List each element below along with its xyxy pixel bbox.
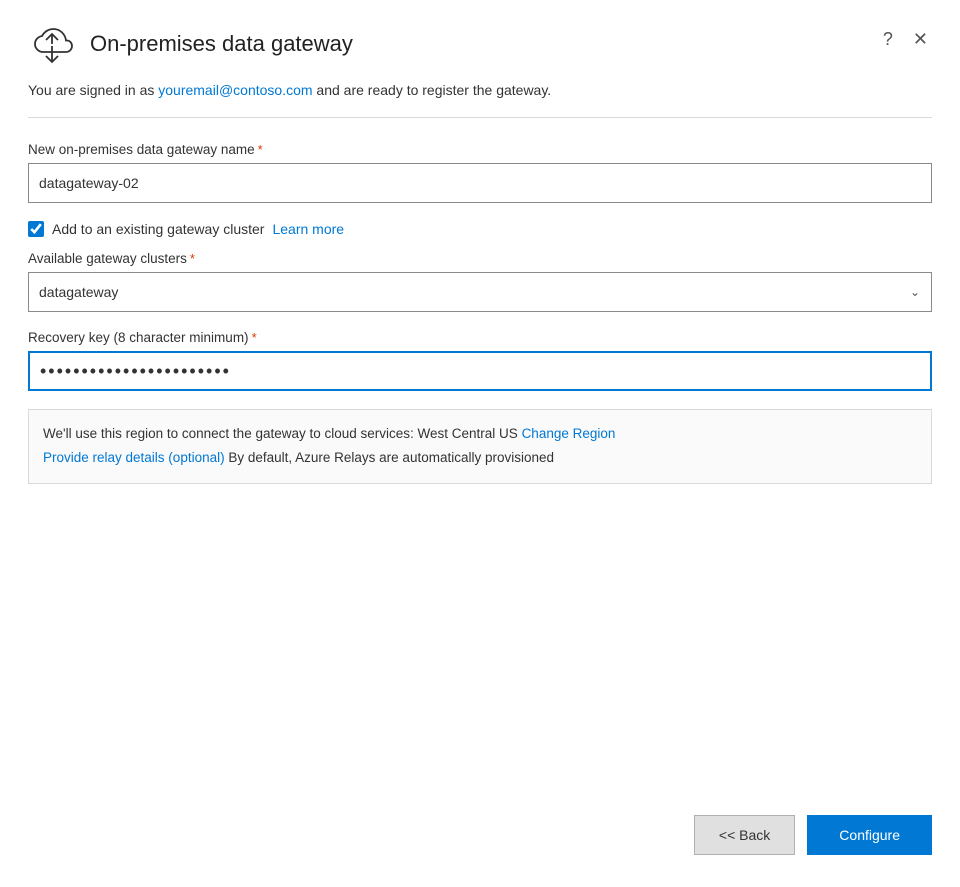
recovery-key-input[interactable] xyxy=(28,351,932,391)
dialog-body: You are signed in as youremail@contoso.c… xyxy=(0,80,960,791)
recovery-key-section: Recovery key (8 character minimum) * xyxy=(28,330,932,391)
recovery-key-label: Recovery key (8 character minimum) * xyxy=(28,330,932,345)
gateway-name-section: New on-premises data gateway name * xyxy=(28,142,932,203)
info-region-line: We'll use this region to connect the gat… xyxy=(43,422,917,446)
add-to-cluster-checkbox[interactable] xyxy=(28,221,44,237)
info-relay-text: By default, Azure Relays are automatical… xyxy=(225,450,554,465)
dialog-footer: << Back Configure xyxy=(0,791,960,887)
checkbox-row: Add to an existing gateway cluster Learn… xyxy=(28,221,932,237)
dialog-title-area: On-premises data gateway xyxy=(28,24,353,64)
gateway-name-input[interactable] xyxy=(28,163,932,203)
required-star-clusters: * xyxy=(190,251,195,266)
back-button[interactable]: << Back xyxy=(694,815,795,855)
dropdown-wrapper: datagateway ⌄ xyxy=(28,272,932,312)
required-star-name: * xyxy=(258,142,263,157)
change-region-link[interactable]: Change Region xyxy=(522,426,616,441)
available-clusters-section: Available gateway clusters * datagateway… xyxy=(28,251,932,312)
learn-more-link[interactable]: Learn more xyxy=(272,221,344,237)
configure-button[interactable]: Configure xyxy=(807,815,932,855)
signed-in-suffix: and are ready to register the gateway. xyxy=(313,82,552,98)
dialog-controls: ? ✕ xyxy=(879,24,932,50)
dialog-title: On-premises data gateway xyxy=(90,31,353,57)
required-star-recovery: * xyxy=(252,330,257,345)
signed-in-text: You are signed in as youremail@contoso.c… xyxy=(28,80,932,101)
cloud-icon xyxy=(28,24,76,64)
gateway-name-label: New on-premises data gateway name * xyxy=(28,142,932,157)
available-clusters-label: Available gateway clusters * xyxy=(28,251,932,266)
signed-in-prefix: You are signed in as xyxy=(28,82,158,98)
help-button[interactable]: ? xyxy=(879,28,897,50)
divider xyxy=(28,117,932,118)
signed-in-email: youremail@contoso.com xyxy=(158,82,312,98)
provide-relay-link[interactable]: Provide relay details (optional) xyxy=(43,450,225,465)
available-clusters-select[interactable]: datagateway xyxy=(28,272,932,312)
info-region-text: We'll use this region to connect the gat… xyxy=(43,426,522,441)
close-button[interactable]: ✕ xyxy=(909,28,932,50)
on-premises-gateway-dialog: On-premises data gateway ? ✕ You are sig… xyxy=(0,0,960,887)
info-box: We'll use this region to connect the gat… xyxy=(28,409,932,484)
info-relay-line: Provide relay details (optional) By defa… xyxy=(43,446,917,470)
dialog-titlebar: On-premises data gateway ? ✕ xyxy=(0,0,960,80)
add-to-cluster-label: Add to an existing gateway cluster xyxy=(52,221,264,237)
